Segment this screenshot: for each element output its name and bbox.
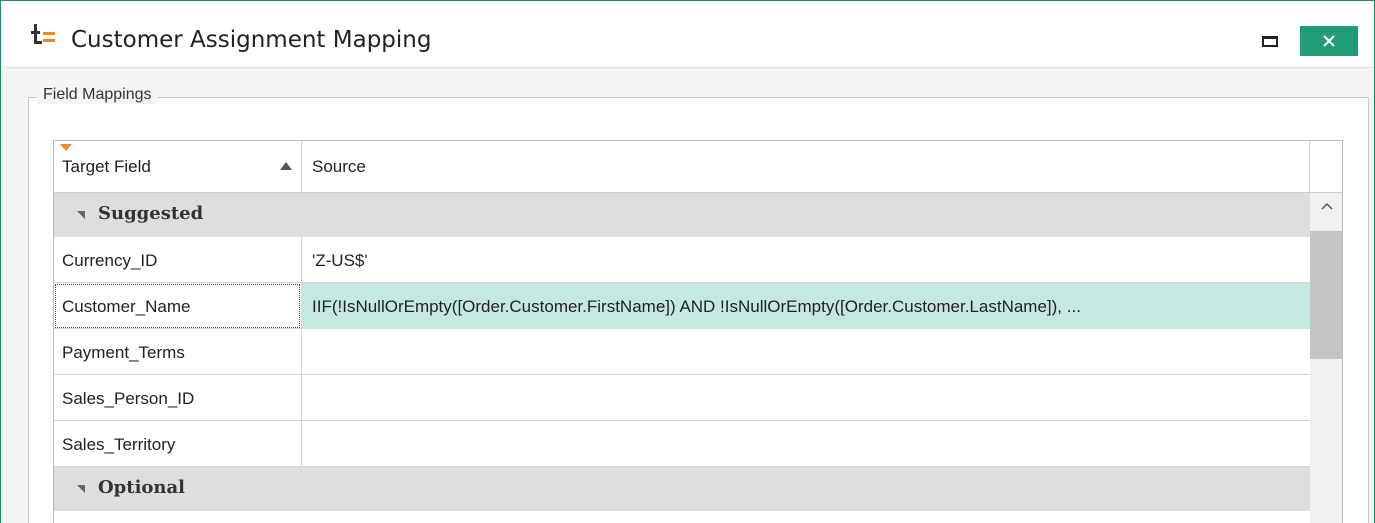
table-row[interactable]: Sales_Person_ID	[54, 375, 1310, 421]
mapping-window: Customer Assignment Mapping Field Mappin…	[0, 0, 1375, 523]
mapping-grid[interactable]: Target Field Source Suggested Currency_I…	[53, 140, 1343, 523]
cell-text: IIF(!IsNullOrEmpty([Order.Customer.First…	[312, 297, 1081, 316]
source-cell[interactable]	[302, 421, 1310, 467]
collapse-arrow-icon[interactable]	[77, 485, 85, 493]
chevron-up-icon	[1321, 202, 1333, 210]
source-cell[interactable]: IIF(!IsNullOrEmpty([Order.Customer.First…	[302, 283, 1310, 329]
sort-ascending-icon	[280, 162, 292, 170]
collapse-arrow-icon[interactable]	[77, 211, 85, 219]
column-header-label: Target Field	[62, 157, 151, 176]
group-legend: Field Mappings	[37, 86, 158, 104]
source-cell[interactable]	[302, 329, 1310, 375]
column-header-source[interactable]: Source	[302, 141, 1310, 193]
group-row-optional[interactable]: Optional	[54, 467, 1310, 511]
table-row[interactable]: Sales_Territory	[54, 421, 1310, 467]
group-row-suggested[interactable]: Suggested	[54, 193, 1310, 237]
filter-icon[interactable]	[60, 144, 72, 151]
cell-text: Sales_Person_ID	[62, 389, 195, 408]
target-field-cell[interactable]: Sales_Person_ID	[54, 375, 302, 421]
target-field-cell[interactable]: Payment_Terms	[54, 329, 302, 375]
target-field-cell[interactable]: Customer_Name	[54, 283, 302, 329]
window-content: Field Mappings Target Field Source Sugge…	[1, 67, 1374, 523]
cell-text: Sales_Territory	[62, 435, 176, 454]
cell-text: 'Z-US$'	[312, 251, 368, 270]
column-header-target-field[interactable]: Target Field	[54, 141, 302, 193]
target-field-cell[interactable]: Sales_Territory	[54, 421, 302, 467]
window-title: Customer Assignment Mapping	[71, 27, 432, 53]
cell-text: Payment_Terms	[62, 343, 185, 362]
column-header-label: Source	[312, 157, 366, 176]
cell-text: Customer_Name	[62, 297, 191, 316]
grid-rows: Suggested Currency_ID 'Z-US$' Customer_N…	[54, 193, 1310, 523]
close-button[interactable]	[1300, 26, 1358, 56]
table-row[interactable]: Customer_Name IIF(!IsNullOrEmpty([Order.…	[54, 283, 1310, 329]
app-logo-icon	[31, 23, 59, 49]
maximize-icon	[1262, 36, 1278, 47]
cell-text: Currency_ID	[62, 251, 158, 270]
vertical-scrollbar[interactable]	[1310, 193, 1342, 523]
title-bar[interactable]: Customer Assignment Mapping	[1, 1, 1374, 67]
group-label: Suggested	[98, 203, 204, 224]
table-row[interactable]: Currency_ID 'Z-US$'	[54, 237, 1310, 283]
group-label: Optional	[98, 477, 186, 498]
target-field-cell[interactable]: Currency_ID	[54, 237, 302, 283]
scrollbar-thumb[interactable]	[1310, 231, 1342, 359]
close-icon	[1323, 35, 1335, 47]
grid-header: Target Field Source	[54, 141, 1342, 193]
source-cell[interactable]	[302, 375, 1310, 421]
maximize-button[interactable]	[1253, 27, 1291, 57]
source-cell[interactable]: 'Z-US$'	[302, 237, 1310, 283]
table-row[interactable]: Payment_Terms	[54, 329, 1310, 375]
scroll-up-button[interactable]	[1310, 193, 1342, 223]
